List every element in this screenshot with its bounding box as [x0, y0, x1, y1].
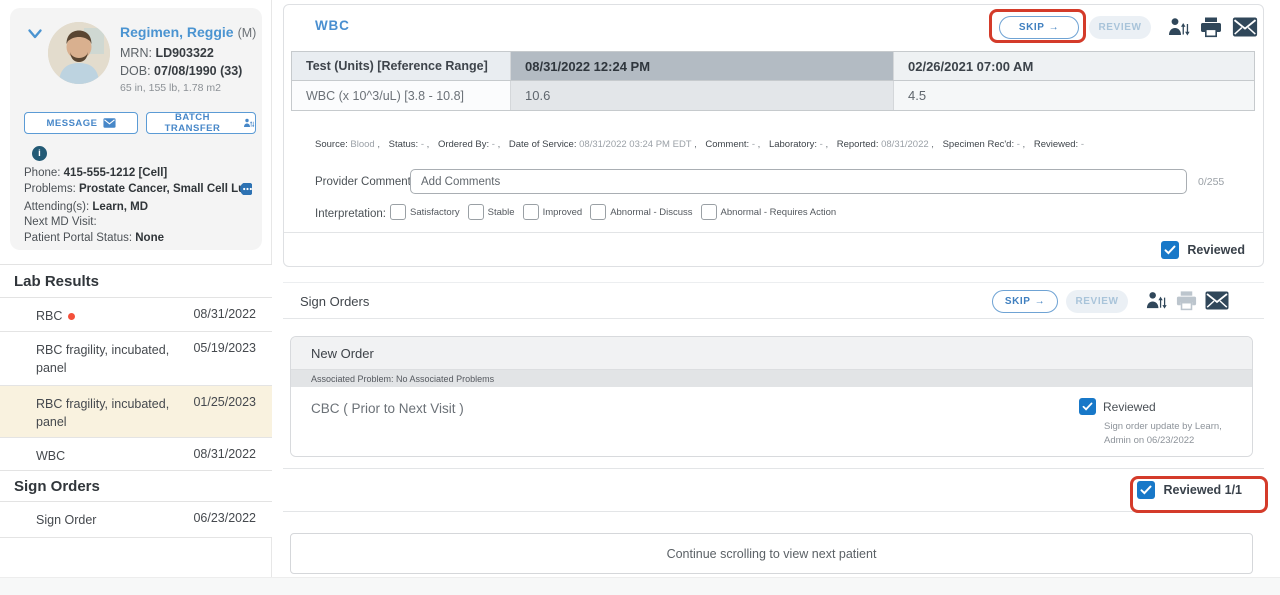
sign-orders-review-button[interactable]: REVIEW — [1066, 290, 1128, 313]
checkbox-unchecked-icon[interactable] — [590, 204, 606, 220]
dob-value: 07/08/1990 (33) — [154, 64, 242, 78]
table-header-date-prior[interactable]: 02/26/2021 07:00 AM — [894, 52, 1254, 80]
results-table: Test (Units) [Reference Range] 08/31/202… — [291, 51, 1255, 111]
message-button[interactable]: MESSAGE — [24, 112, 138, 134]
dob-label: DOB: — [120, 64, 151, 78]
lab-date: 08/31/2022 — [193, 307, 256, 321]
patient-sidebar: Regimen, Reggie(M) MRN: LD903322 DOB: 07… — [0, 0, 272, 595]
person-transfer-icon — [243, 117, 255, 129]
lab-name: RBC fragility, incubated, panel — [36, 395, 193, 431]
lab-name: WBC — [36, 447, 193, 465]
checkbox-unchecked-icon[interactable] — [468, 204, 484, 220]
result-value-cell: 4.5 — [894, 81, 1254, 110]
arrow-right-icon: → — [1049, 22, 1060, 33]
reviewed-label: Reviewed — [1187, 243, 1245, 257]
page-bottom-gutter — [0, 577, 1280, 595]
mail-icon[interactable] — [1232, 17, 1258, 41]
interp-abnormal-action[interactable]: Abnormal - Requires Action — [701, 204, 837, 220]
new-order-card: New Order Associated Problem: No Associa… — [290, 336, 1253, 457]
sidebar-item-sign-order[interactable]: Sign Order 06/23/2022 — [0, 502, 272, 538]
transfer-patient-icon[interactable] — [1167, 15, 1193, 39]
interp-improved[interactable]: Improved — [523, 204, 583, 220]
interp-abnormal-discuss[interactable]: Abnormal - Discuss — [590, 204, 692, 220]
reviewed-all-checkbox-checked[interactable] — [1137, 481, 1155, 499]
associated-problem-bar: Associated Problem: No Associated Proble… — [291, 370, 1252, 387]
envelope-icon — [103, 118, 116, 128]
char-counter: 0/255 — [1198, 176, 1224, 188]
sign-orders-header: Sign Orders SKIP→ REVIEW — [283, 282, 1264, 319]
patient-problems: Problems: Prostate Cancer, Small Cell Lu… — [24, 183, 252, 195]
mrn-label: MRN: — [120, 46, 152, 60]
lab-name: RBC — [36, 307, 193, 325]
provider-comment-input[interactable] — [410, 169, 1187, 194]
new-order-title: New Order — [291, 337, 1252, 370]
provider-comment-label: Provider Comment: — [315, 176, 414, 188]
unread-dot-icon — [68, 313, 75, 320]
sidebar-item-rbc-fragility-2-selected[interactable]: RBC fragility, incubated, panel 01/25/20… — [0, 386, 272, 438]
print-icon-disabled — [1175, 289, 1201, 313]
lab-name: RBC fragility, incubated, panel — [36, 341, 193, 377]
interpretation-label: Interpretation: — [315, 208, 386, 220]
batch-transfer-button[interactable]: BATCH TRANSFER — [146, 112, 256, 134]
checkbox-unchecked-icon[interactable] — [390, 204, 406, 220]
table-header-test: Test (Units) [Reference Range] — [292, 52, 511, 80]
result-value-cell: 10.6 — [511, 81, 894, 110]
interp-stable[interactable]: Stable — [468, 204, 515, 220]
lab-date: 01/25/2023 — [193, 395, 256, 409]
arrow-right-icon: → — [1035, 296, 1046, 307]
wbc-result-panel: WBC SKIP→ REVIEW Test (Units) [Reference… — [283, 4, 1264, 267]
skip-button[interactable]: SKIP→ — [999, 16, 1079, 39]
print-icon[interactable] — [1199, 15, 1225, 39]
lab-results-section-title: Lab Results — [0, 264, 272, 298]
sidebar-item-rbc-fragility-1[interactable]: RBC fragility, incubated, panel 05/19/20… — [0, 332, 272, 386]
patient-avatar — [48, 22, 110, 84]
reviewed-summary-label: Reviewed 1/1 — [1163, 483, 1242, 497]
patient-sex: (M) — [238, 26, 257, 40]
order-reviewed-label: Reviewed — [1103, 400, 1156, 414]
panel-footer: Reviewed — [284, 232, 1263, 267]
patient-summary-card: Regimen, Reggie(M) MRN: LD903322 DOB: 07… — [10, 8, 262, 250]
patient-biometrics: 65 in, 155 lb, 1.78 m2 — [120, 82, 258, 94]
transfer-patient-icon[interactable] — [1145, 289, 1171, 313]
order-date: 06/23/2022 — [193, 511, 256, 525]
result-meta-line: Source: Blood Status: - Ordered By: - Da… — [315, 139, 1250, 150]
order-update-note: Sign order update by Learn, — [1104, 421, 1222, 432]
lab-date: 08/31/2022 — [193, 447, 256, 461]
continue-scrolling-hint: Continue scrolling to view next patient — [290, 533, 1253, 574]
reviewed-summary-row: Reviewed 1/1 — [283, 468, 1264, 512]
review-button[interactable]: REVIEW — [1089, 16, 1151, 39]
interp-satisfactory[interactable]: Satisfactory — [390, 204, 460, 220]
patient-attending: Attending(s): Learn, MD — [24, 201, 252, 213]
sidebar-item-wbc[interactable]: WBC 08/31/2022 — [0, 438, 272, 470]
patient-phone: Phone: 415-555-1212 [Cell] — [24, 167, 252, 179]
mail-icon[interactable] — [1205, 291, 1231, 315]
reviewed-checkbox-checked[interactable] — [1161, 241, 1179, 259]
lab-date: 05/19/2023 — [193, 341, 256, 355]
sign-orders-title: Sign Orders — [300, 294, 369, 309]
order-reviewed-checkbox-checked[interactable] — [1079, 398, 1096, 415]
app-window: Regimen, Reggie(M) MRN: LD903322 DOB: 07… — [0, 0, 1280, 595]
order-update-note: Admin on 06/23/2022 — [1104, 435, 1194, 446]
mrn-value: LD903322 — [155, 46, 213, 60]
checkbox-unchecked-icon[interactable] — [701, 204, 717, 220]
patient-next-visit: Next MD Visit: — [24, 216, 252, 228]
interpretation-options: Satisfactory Stable Improved Abnormal - … — [390, 204, 844, 220]
checkbox-unchecked-icon[interactable] — [523, 204, 539, 220]
order-name: CBC ( Prior to Next Visit ) — [311, 401, 464, 416]
patient-name: Regimen, Reggie(M) — [120, 24, 258, 42]
chevron-down-icon[interactable] — [27, 28, 43, 40]
order-name: Sign Order — [36, 511, 193, 529]
sidebar-item-rbc[interactable]: RBC 08/31/2022 — [0, 298, 272, 332]
patient-portal-status: Patient Portal Status: None — [24, 232, 252, 244]
sign-orders-section-title: Sign Orders — [0, 470, 272, 502]
panel-title: WBC — [315, 18, 350, 33]
sign-orders-skip-button[interactable]: SKIP→ — [992, 290, 1058, 313]
test-name-cell: WBC (x 10^3/uL) [3.8 - 10.8] — [292, 81, 511, 110]
table-header-date-selected[interactable]: 08/31/2022 12:24 PM — [511, 52, 894, 80]
info-icon[interactable]: i — [32, 146, 47, 161]
more-problems-icon[interactable] — [240, 183, 252, 195]
